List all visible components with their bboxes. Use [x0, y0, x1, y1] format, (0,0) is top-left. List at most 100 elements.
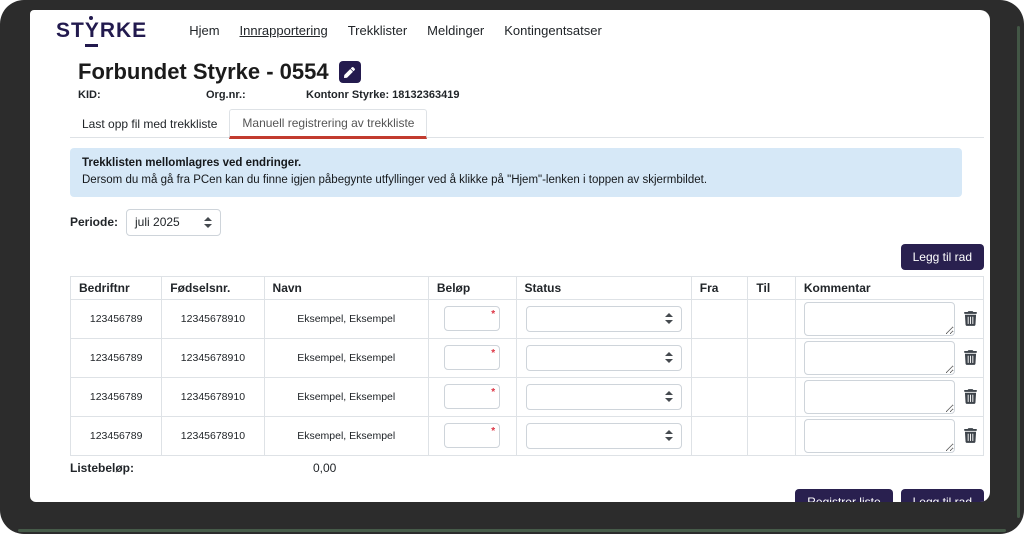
kommentar-textarea[interactable]	[804, 419, 955, 453]
banner-body: Dersom du må gå fra PCen kan du finne ig…	[82, 172, 950, 189]
kommentar-textarea[interactable]	[804, 302, 955, 336]
column-header: Beløp	[428, 276, 516, 299]
column-header: Status	[516, 276, 691, 299]
trash-icon[interactable]	[964, 428, 977, 443]
cell-fodselsnr: 12345678910	[162, 338, 264, 377]
status-select[interactable]	[526, 306, 682, 332]
select-caret-icon	[665, 430, 673, 441]
table-row: 123456789 12345678910 Eksempel, Eksempel…	[71, 338, 984, 377]
register-list-button[interactable]: Registrer liste	[795, 489, 892, 503]
cell-fra	[691, 416, 748, 455]
trash-icon[interactable]	[964, 389, 977, 404]
nav-item[interactable]: Trekklister	[348, 23, 407, 38]
cell-belop: *	[428, 299, 516, 338]
cell-fra	[691, 338, 748, 377]
app-page: STYRKE Hjem Innrapportering Trekklister …	[30, 10, 990, 502]
cell-belop: *	[428, 377, 516, 416]
cell-navn: Eksempel, Eksempel	[264, 416, 428, 455]
cell-navn: Eksempel, Eksempel	[264, 338, 428, 377]
cell-til	[748, 416, 795, 455]
column-header: Fødselsnr.	[162, 276, 264, 299]
status-select[interactable]	[526, 345, 682, 371]
periode-select[interactable]: juli 2025	[126, 209, 221, 236]
status-select[interactable]	[526, 423, 682, 449]
periode-label: Periode:	[70, 215, 118, 229]
cell-til	[748, 299, 795, 338]
cell-status	[516, 299, 691, 338]
cell-til	[748, 338, 795, 377]
cell-kommentar	[795, 299, 983, 338]
table-row: 123456789 12345678910 Eksempel, Eksempel…	[71, 416, 984, 455]
main-nav: Hjem Innrapportering Trekklister Melding…	[189, 23, 602, 38]
table-header-row: Bedriftnr Fødselsnr. Navn Beløp Status F…	[71, 276, 984, 299]
cell-bedriftnr: 123456789	[71, 377, 162, 416]
column-header: Kommentar	[795, 276, 983, 299]
required-asterisk: *	[491, 426, 495, 437]
pencil-icon	[344, 67, 355, 78]
select-caret-icon	[204, 217, 212, 228]
cell-navn: Eksempel, Eksempel	[264, 377, 428, 416]
table-row: 123456789 12345678910 Eksempel, Eksempel…	[71, 377, 984, 416]
nav-item[interactable]: Innrapportering	[240, 23, 328, 38]
table-row: 123456789 12345678910 Eksempel, Eksempel…	[71, 299, 984, 338]
page-title: Forbundet Styrke - 0554	[78, 59, 329, 85]
table-footer: Listebeløp: 0,00	[70, 461, 984, 475]
cell-kommentar	[795, 338, 983, 377]
edit-button[interactable]	[339, 61, 361, 83]
cell-belop: *	[428, 416, 516, 455]
cell-fodselsnr: 12345678910	[162, 416, 264, 455]
column-header: Bedriftnr	[71, 276, 162, 299]
cell-kommentar	[795, 377, 983, 416]
cell-til	[748, 377, 795, 416]
cell-fodselsnr: 12345678910	[162, 377, 264, 416]
tab[interactable]: Manuell registrering av trekkliste	[229, 109, 427, 139]
select-caret-icon	[665, 313, 673, 324]
required-asterisk: *	[491, 348, 495, 359]
add-row-button-bottom[interactable]: Legg til rad	[901, 489, 984, 503]
column-header: Fra	[691, 276, 748, 299]
select-caret-icon	[665, 391, 673, 402]
main-content: Forbundet Styrke - 0554 KID: Org.nr.: Ko…	[30, 59, 990, 502]
cell-status	[516, 416, 691, 455]
cell-fodselsnr: 12345678910	[162, 299, 264, 338]
styrke-logo: STYRKE	[56, 20, 147, 41]
table-body: 123456789 12345678910 Eksempel, Eksempel…	[71, 299, 984, 455]
cell-status	[516, 338, 691, 377]
add-row-button-top[interactable]: Legg til rad	[901, 244, 984, 270]
banner-title: Trekklisten mellomlagres ved endringer.	[82, 155, 950, 172]
cell-navn: Eksempel, Eksempel	[264, 299, 428, 338]
kontonr-label: Kontonr Styrke: 18132363419	[306, 89, 459, 101]
cell-status	[516, 377, 691, 416]
trekkliste-table: Bedriftnr Fødselsnr. Navn Beløp Status F…	[70, 276, 984, 456]
listebelop-value: 0,00	[313, 461, 336, 475]
nav-item[interactable]: Hjem	[189, 23, 219, 38]
tab[interactable]: Last opp fil med trekkliste	[70, 111, 229, 137]
nav-item[interactable]: Kontingentsatser	[504, 23, 602, 38]
kommentar-textarea[interactable]	[804, 341, 955, 375]
status-select[interactable]	[526, 384, 682, 410]
required-asterisk: *	[491, 309, 495, 320]
org-info-row: KID: Org.nr.: Kontonr Styrke: 1813236341…	[78, 89, 984, 101]
trash-icon[interactable]	[964, 311, 977, 326]
listebelop-label: Listebeløp:	[70, 461, 313, 475]
trash-icon[interactable]	[964, 350, 977, 365]
cell-belop: *	[428, 338, 516, 377]
info-banner: Trekklisten mellomlagres ved endringer. …	[70, 148, 962, 197]
column-header: Navn	[264, 276, 428, 299]
cell-kommentar	[795, 416, 983, 455]
kommentar-textarea[interactable]	[804, 380, 955, 414]
periode-select-value: juli 2025	[135, 215, 180, 229]
orgnr-label: Org.nr.:	[206, 89, 306, 101]
cell-fra	[691, 299, 748, 338]
column-header: Til	[748, 276, 795, 299]
cell-bedriftnr: 123456789	[71, 416, 162, 455]
cell-fra	[691, 377, 748, 416]
required-asterisk: *	[491, 387, 495, 398]
cell-bedriftnr: 123456789	[71, 338, 162, 377]
top-navigation-bar: STYRKE Hjem Innrapportering Trekklister …	[30, 10, 990, 41]
kid-label: KID:	[78, 89, 206, 101]
tabs: Last opp fil med trekkliste Manuell regi…	[70, 109, 984, 138]
select-caret-icon	[665, 352, 673, 363]
nav-item[interactable]: Meldinger	[427, 23, 484, 38]
logo-text: STYRKE	[56, 19, 147, 42]
